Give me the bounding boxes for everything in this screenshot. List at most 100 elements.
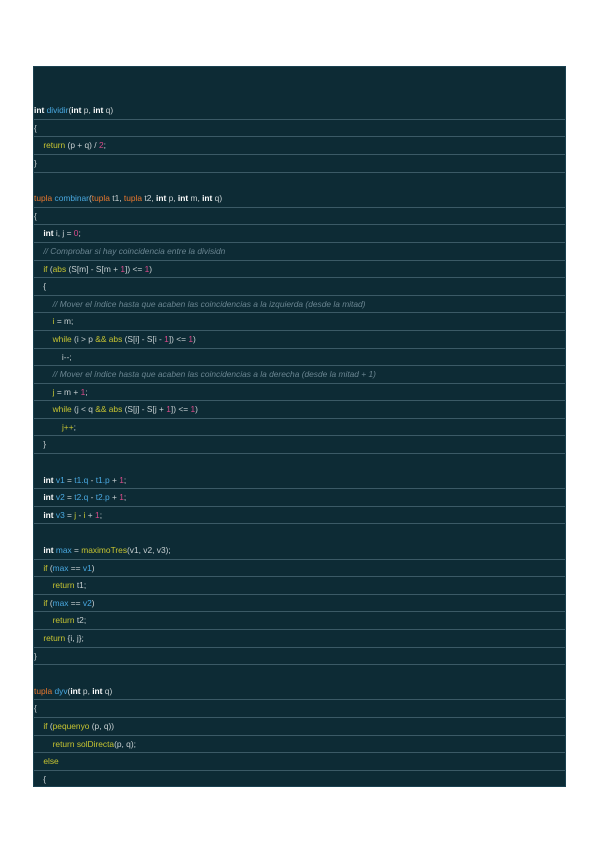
code-token: (j < q [71, 404, 96, 415]
code-token: while [52, 404, 72, 415]
code-token: int [34, 105, 47, 116]
code-token: j++ [61, 421, 74, 432]
code-token: (p, q)) [89, 720, 115, 731]
code-token: = [71, 545, 82, 556]
code-token: maximoTres [81, 545, 128, 556]
code-token: tupla [91, 193, 110, 204]
code-token: (S[j] - S[j + [122, 404, 167, 415]
code-token: t2.p [95, 492, 110, 503]
code-line: j++; [34, 419, 565, 437]
code-line: } [34, 648, 565, 666]
code-token: q) [102, 685, 113, 696]
code-line: while (i > p && abs (S[i] - S[i - 1]) <=… [34, 331, 565, 349]
code-token: int [202, 193, 213, 204]
code-token: (p + q) / [65, 140, 99, 151]
code-token: tupla [34, 685, 53, 696]
code-token: int [71, 105, 82, 116]
code-token: return [43, 633, 66, 643]
code-token: && [95, 333, 107, 344]
code-token: ]) <= [168, 333, 189, 344]
code-line: return (p + q) / 2; [34, 137, 565, 155]
code-token: solDirecta [76, 738, 115, 749]
code-token: max [52, 562, 69, 573]
code-token: max [52, 597, 69, 608]
code-line: { [34, 700, 565, 718]
code-token: { [34, 210, 37, 221]
code-token: ) [91, 562, 95, 573]
code-line: { [34, 208, 565, 226]
code-token: = [64, 474, 75, 485]
code-line: int i, j = 0; [34, 225, 565, 243]
code-line: if (pequenyo (p, q)) [34, 718, 565, 736]
code-token: - [76, 509, 84, 520]
code-token: ]) <= [125, 263, 145, 274]
code-line: else [34, 753, 565, 771]
code-token: combinar [54, 193, 89, 204]
code-token: dividir [46, 105, 69, 116]
code-token: {i, j}; [65, 633, 84, 643]
code-token: q) [103, 105, 114, 116]
code-token: (v1, v2, v3); [127, 545, 171, 556]
code-token: return [52, 615, 75, 626]
code-line: tupla dyv(int p, int q) [34, 683, 565, 701]
code-token: t1, [109, 193, 124, 204]
code-token: int [43, 545, 54, 556]
code-token: abs [52, 263, 67, 274]
code-token: ) [193, 333, 196, 344]
code-token: ; [123, 474, 127, 485]
code-token: t2.q [74, 492, 89, 503]
code-token: ; [78, 228, 81, 239]
code-token: // Mover el índice hasta que acaben las … [52, 369, 376, 380]
code-token: int [43, 492, 54, 503]
code-token: - [88, 492, 96, 503]
code-token: + [109, 492, 120, 503]
code-line: i--; [34, 349, 565, 367]
code-token: ; [85, 386, 88, 397]
code-line: } [34, 155, 565, 173]
code-line: j = m + 1; [34, 384, 565, 402]
code-token: int [43, 509, 54, 520]
code-token: + [109, 474, 120, 485]
code-token: int [70, 685, 81, 696]
code-token: ; [99, 509, 103, 520]
code-line: int v3 = j - i + 1; [34, 507, 565, 525]
code-token: v2 [82, 597, 92, 608]
code-token: (i > p [71, 333, 96, 344]
code-token: == [68, 597, 83, 608]
code-token: { [34, 703, 37, 714]
code-token: = m; [54, 316, 74, 327]
code-token: tupla [123, 193, 143, 204]
code-token: t1.q [74, 474, 89, 485]
code-token: return [43, 140, 66, 151]
code-token: p, [81, 105, 94, 116]
code-token: t2; [74, 615, 87, 626]
code-token: ) [91, 597, 95, 608]
code-line: { [34, 278, 565, 296]
code-line: // Mover el índice hasta que acaben las … [34, 296, 565, 314]
code-token: v1 [82, 562, 92, 573]
code-token: v2 [55, 492, 65, 503]
code-token: while [52, 333, 72, 344]
code-token: } [34, 650, 37, 661]
code-token: ; [123, 492, 127, 503]
code-token: t1; [74, 580, 87, 591]
code-token: return [52, 580, 75, 591]
code-line: return t1; [34, 577, 565, 595]
